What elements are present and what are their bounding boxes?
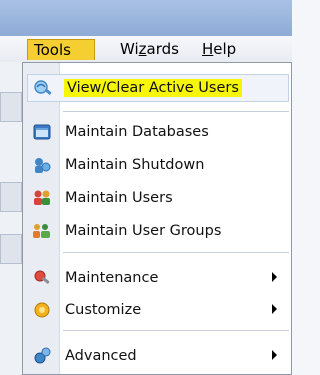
menu-wizards[interactable]: Wizards (114, 39, 185, 60)
menu-help-label-suffix: elp (213, 40, 237, 58)
background-control (0, 92, 22, 122)
menu-item-maintain-users[interactable]: Maintain Users (27, 184, 289, 212)
menu-item-maintain-user-groups[interactable]: Maintain User Groups (27, 217, 289, 245)
menu-item-label: Maintain Databases (65, 124, 209, 140)
menu-separator (63, 111, 289, 112)
menu-item-view-clear-active-users[interactable]: View/Clear Active Users (27, 74, 289, 102)
users-icon (31, 187, 53, 209)
submenu-arrow-icon (272, 350, 277, 360)
menu-item-label: Maintain User Groups (65, 223, 222, 239)
menu-separator (63, 330, 289, 331)
shutdown-icon (31, 154, 53, 176)
menu-wizards-label-suffix: ards (146, 40, 179, 58)
menu-tools[interactable]: Tools (27, 39, 95, 60)
maintenance-icon (31, 267, 53, 289)
menu-item-label: Maintenance (65, 270, 159, 286)
menu-item-maintenance[interactable]: Maintenance (27, 264, 289, 292)
background-window-edge (0, 62, 22, 375)
background-control (0, 182, 22, 212)
menu-help[interactable]: Help (196, 39, 242, 60)
menu-separator (63, 252, 289, 253)
submenu-arrow-icon (272, 304, 277, 314)
window-title-bar (0, 0, 292, 36)
advanced-icon (31, 345, 53, 367)
menu-item-advanced[interactable]: Advanced (27, 342, 289, 370)
menu-bar: Tools Wizards Help (0, 36, 292, 62)
user-groups-icon (31, 220, 53, 242)
background-control (0, 234, 22, 264)
menu-item-label: Advanced (65, 348, 137, 364)
menu-wizards-accelerator: z (138, 40, 147, 58)
menu-item-label: Maintain Shutdown (65, 157, 205, 173)
users-view-icon (32, 77, 54, 99)
submenu-arrow-icon (272, 272, 277, 282)
menu-item-label: Customize (65, 302, 142, 318)
menu-help-accelerator: H (202, 40, 214, 58)
menu-item-label: Maintain Users (65, 190, 173, 206)
customize-icon (31, 299, 53, 321)
tools-dropdown-menu: View/Clear Active Users Maintain Databas… (22, 62, 292, 375)
menu-item-label: View/Clear Active Users (64, 79, 242, 97)
menu-item-customize[interactable]: Customize (27, 296, 289, 324)
database-icon (31, 121, 53, 143)
menu-item-maintain-shutdown[interactable]: Maintain Shutdown (27, 151, 289, 179)
menu-item-maintain-databases[interactable]: Maintain Databases (27, 118, 289, 146)
menu-tools-label: Tools (34, 41, 71, 59)
menu-wizards-label-prefix: Wi (120, 40, 139, 58)
